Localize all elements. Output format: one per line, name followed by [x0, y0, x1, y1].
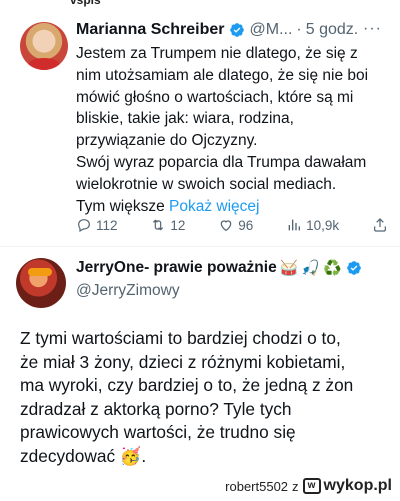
tweet-line: Jestem za Trumpem nie dlatego, że się z [76, 45, 358, 62]
cropped-text: vspis [70, 0, 101, 7]
tweet-line: prawicowych wartości, że trudno się [20, 422, 296, 442]
tweet-line: Swój wyraz poparcia dla Trumpa dawałam [76, 153, 367, 171]
like-button[interactable]: 96 [218, 217, 253, 233]
repost-count: 12 [170, 217, 186, 233]
tweet-body: Jestem za Trumpem nie dlatego, że się z … [76, 43, 396, 217]
share-icon [374, 218, 386, 232]
fishing-emoji: 🎣 [301, 260, 321, 277]
tweet-line-last: Tym większe Pokaż więcej [76, 196, 396, 218]
credit-user: robert5502 [225, 478, 289, 494]
tweet-line: mówić głośno o wartościach, które są mi [76, 88, 354, 106]
verified-badge-icon [346, 261, 361, 275]
author-handle[interactable]: @JerryZimowy [76, 282, 180, 300]
more-options-icon[interactable]: ··· [363, 20, 382, 38]
author-handle[interactable]: @M... [250, 21, 293, 39]
avatar[interactable] [20, 22, 68, 70]
like-count: 96 [238, 217, 254, 233]
tweet-line: wielokrotnie w swoich social mediach. [76, 175, 337, 193]
tweet-header: Marianna Schreiber @M... · 5 godz. [76, 19, 358, 41]
tweet-line: zdradzał z aktorką porno? Tyle tych [20, 398, 292, 419]
share-button[interactable] [372, 217, 388, 233]
show-more-link[interactable]: Pokaż więcej [169, 198, 259, 215]
tweet-body: Z tymi wartościami to bardziej chodzi o … [20, 327, 392, 468]
wykop-logo-icon: w [302, 478, 321, 494]
views-chart-icon [288, 219, 301, 231]
avatar[interactable] [16, 258, 66, 308]
wykop-logo: w wykop.pl [302, 477, 392, 495]
reply-count: 112 [96, 217, 118, 233]
tweet-line: Z tymi wartościami to bardziej chodzi o … [20, 328, 341, 348]
tweet-line: przywiązanie do Ojczyzny. [76, 132, 258, 150]
verified-badge-icon [229, 23, 244, 37]
views-count: 10,9k [306, 217, 340, 233]
tweet-line-prefix: Tym większe [76, 197, 165, 215]
reply-icon [78, 219, 90, 233]
drum-emoji: 🥁 [279, 260, 299, 277]
site-name: wykop.pl [323, 477, 392, 494]
views-button[interactable]: 10,9k [286, 217, 339, 233]
tweet-line: zdecydować 🥳. [20, 445, 147, 466]
separator-dot: · [296, 21, 302, 38]
tweet-line: bliskie, takie jak: wiara, rodzina, [76, 110, 294, 128]
heart-icon [220, 220, 232, 232]
tweet-line: że miał 3 żony, dzieci z różnymi kobieta… [20, 351, 346, 372]
reply-button[interactable]: 112 [76, 217, 118, 233]
tweet-reply[interactable]: JerryOne- prawie poważnie 🥁 🎣 ♻️ @JerryZ… [0, 247, 400, 501]
author-name[interactable]: Marianna Schreiber [76, 21, 225, 39]
credit-separator: z [292, 478, 299, 494]
tweet-header: JerryOne- prawie poważnie 🥁 🎣 ♻️ [76, 257, 362, 279]
recycle-emoji: ♻️ [323, 260, 342, 277]
repost-icon [153, 219, 164, 231]
tweet-quoted[interactable]: Marianna Schreiber @M... · 5 godz. ··· J… [0, 8, 400, 250]
repost-button[interactable]: 12 [150, 217, 185, 233]
watermark: robert5502 z w wykop.pl [225, 477, 392, 495]
tweet-actions: 112 12 96 10,9k [76, 217, 388, 233]
top-crop-strip: vspis [0, 0, 400, 8]
tweet-line: ma wyroki, czy bardziej o to, że jedną z… [20, 375, 354, 395]
author-name[interactable]: JerryOne- prawie poważnie [76, 259, 277, 277]
timestamp[interactable]: 5 godz. [306, 21, 358, 39]
tweet-line: nim utożsamiam ale dlatego, że się nie b… [76, 66, 369, 84]
